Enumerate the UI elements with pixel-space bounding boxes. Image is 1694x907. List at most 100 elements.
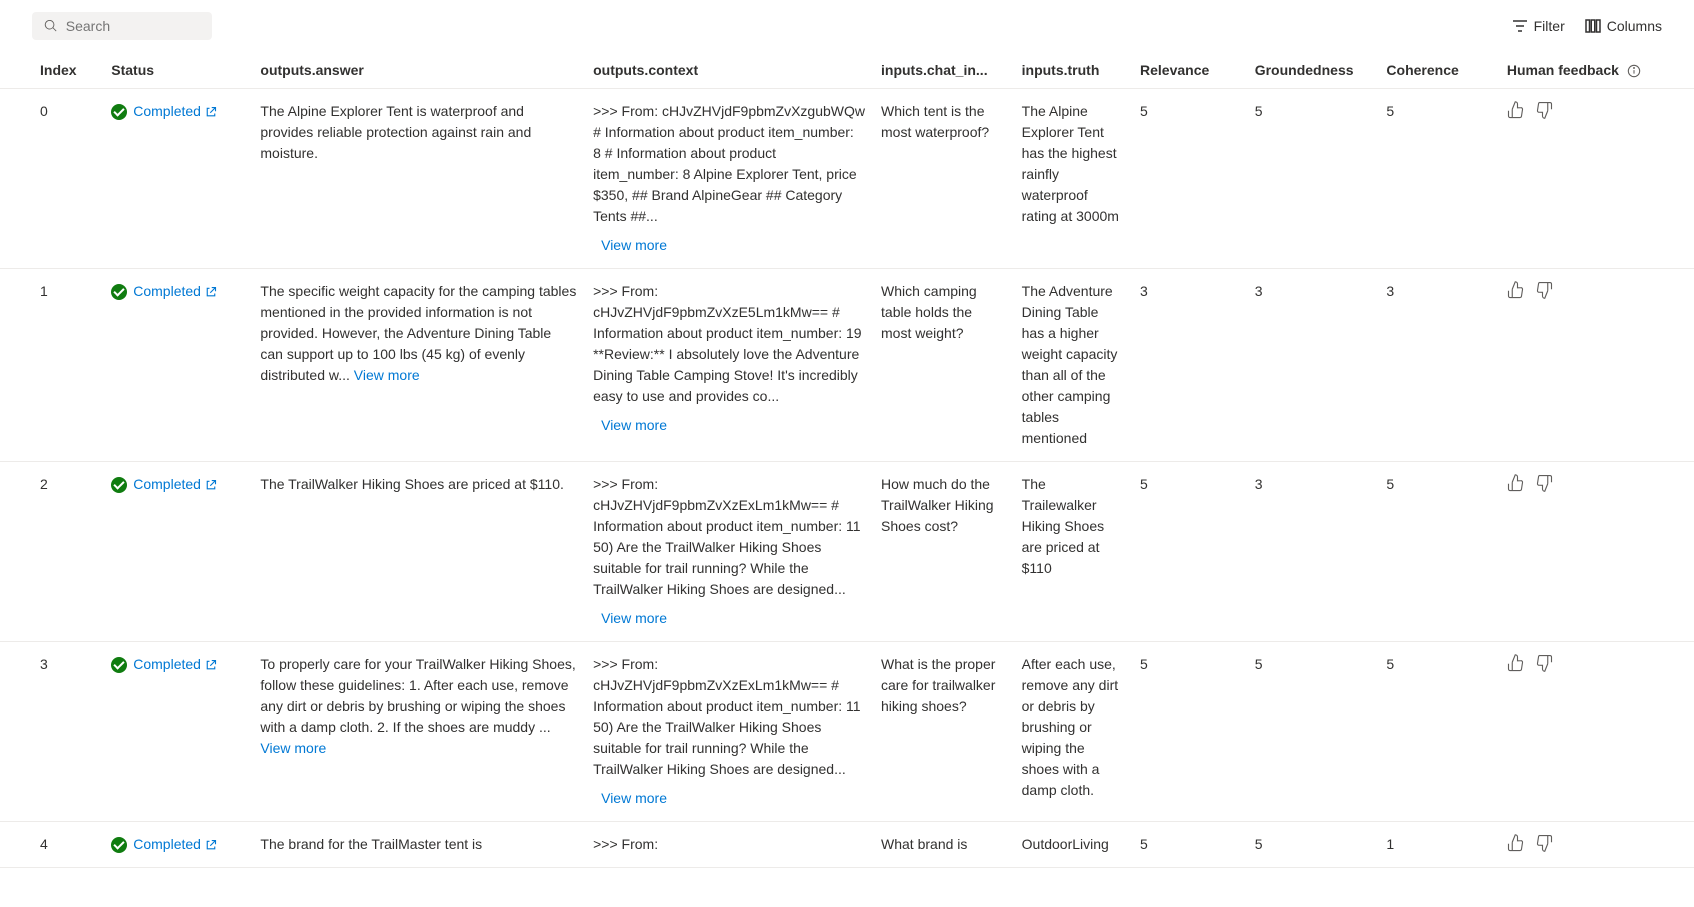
cell-status: Completed xyxy=(103,642,252,822)
results-table: Index Status outputs.answer outputs.cont… xyxy=(0,52,1694,868)
status-link[interactable]: Completed xyxy=(133,281,217,302)
cell-context: >>> From: cHJvZHVjdF9pbmZvXzgubWQw # Inf… xyxy=(585,89,873,269)
cell-truth: After each use, remove any dirt or debri… xyxy=(1014,642,1132,822)
cell-feedback xyxy=(1499,269,1694,462)
cell-answer: The brand for the TrailMaster tent is xyxy=(252,822,585,868)
table-row: 3 Completed To properly care for your Tra… xyxy=(0,642,1694,822)
cell-chat-in: How much do the TrailWalker Hiking Shoes… xyxy=(873,462,1014,642)
cell-groundedness: 5 xyxy=(1247,89,1379,269)
view-more-link[interactable]: View more xyxy=(601,788,865,809)
cell-status: Completed xyxy=(103,89,252,269)
check-circle-icon xyxy=(111,837,127,853)
header-chat-in[interactable]: inputs.chat_in... xyxy=(873,52,1014,89)
cell-answer: To properly care for your TrailWalker Hi… xyxy=(252,642,585,822)
view-more-link[interactable]: View more xyxy=(354,367,420,383)
header-context[interactable]: outputs.context xyxy=(585,52,873,89)
columns-icon xyxy=(1585,18,1601,34)
cell-answer: The Alpine Explorer Tent is waterproof a… xyxy=(252,89,585,269)
header-relevance[interactable]: Relevance xyxy=(1132,52,1247,89)
cell-coherence: 5 xyxy=(1378,462,1498,642)
cell-status: Completed xyxy=(103,822,252,868)
toolbar-actions: Filter Columns xyxy=(1512,18,1662,34)
cell-index: 2 xyxy=(0,462,103,642)
toolbar: Filter Columns xyxy=(0,0,1694,52)
cell-groundedness: 3 xyxy=(1247,269,1379,462)
cell-groundedness: 5 xyxy=(1247,822,1379,868)
external-link-icon xyxy=(205,839,217,851)
thumbs-up-icon[interactable] xyxy=(1507,654,1525,672)
thumbs-down-icon[interactable] xyxy=(1535,281,1553,299)
cell-truth: The Trailewalker Hiking Shoes are priced… xyxy=(1014,462,1132,642)
cell-chat-in: What is the proper care for trailwalker … xyxy=(873,642,1014,822)
thumbs-up-icon[interactable] xyxy=(1507,101,1525,119)
cell-groundedness: 5 xyxy=(1247,642,1379,822)
cell-context: >>> From: cHJvZHVjdF9pbmZvXzExLm1kMw== #… xyxy=(585,642,873,822)
check-circle-icon xyxy=(111,657,127,673)
view-more-link[interactable]: View more xyxy=(601,235,865,256)
check-circle-icon xyxy=(111,104,127,120)
columns-label: Columns xyxy=(1607,18,1662,34)
filter-button[interactable]: Filter xyxy=(1512,18,1565,34)
status-link[interactable]: Completed xyxy=(133,834,217,855)
header-truth[interactable]: inputs.truth xyxy=(1014,52,1132,89)
cell-feedback xyxy=(1499,89,1694,269)
cell-relevance: 5 xyxy=(1132,462,1247,642)
table-row: 0 Completed The Alpine Explorer Tent is w… xyxy=(0,89,1694,269)
external-link-icon xyxy=(205,286,217,298)
header-index[interactable]: Index xyxy=(0,52,103,89)
filter-icon xyxy=(1512,18,1528,34)
cell-answer: The specific weight capacity for the cam… xyxy=(252,269,585,462)
cell-feedback xyxy=(1499,642,1694,822)
search-box[interactable] xyxy=(32,12,212,40)
cell-chat-in: Which tent is the most waterproof? xyxy=(873,89,1014,269)
thumbs-down-icon[interactable] xyxy=(1535,101,1553,119)
cell-relevance: 5 xyxy=(1132,822,1247,868)
status-link[interactable]: Completed xyxy=(133,101,217,122)
cell-relevance: 5 xyxy=(1132,642,1247,822)
header-coherence[interactable]: Coherence xyxy=(1378,52,1498,89)
header-row: Index Status outputs.answer outputs.cont… xyxy=(0,52,1694,89)
search-input[interactable] xyxy=(66,18,200,34)
table-row: 2 Completed The TrailWalker Hiking Shoes … xyxy=(0,462,1694,642)
view-more-link[interactable]: View more xyxy=(601,415,865,436)
cell-answer: The TrailWalker Hiking Shoes are priced … xyxy=(252,462,585,642)
info-icon xyxy=(1627,64,1641,78)
cell-truth: The Alpine Explorer Tent has the highest… xyxy=(1014,89,1132,269)
cell-status: Completed xyxy=(103,269,252,462)
check-circle-icon xyxy=(111,477,127,493)
header-status[interactable]: Status xyxy=(103,52,252,89)
columns-button[interactable]: Columns xyxy=(1585,18,1662,34)
status-link[interactable]: Completed xyxy=(133,474,217,495)
table-row: 1Completed The specific weight capacity … xyxy=(0,269,1694,462)
thumbs-down-icon[interactable] xyxy=(1535,834,1553,852)
cell-index: 0 xyxy=(0,89,103,269)
header-answer[interactable]: outputs.answer xyxy=(252,52,585,89)
cell-relevance: 3 xyxy=(1132,269,1247,462)
thumbs-up-icon[interactable] xyxy=(1507,281,1525,299)
thumbs-down-icon[interactable] xyxy=(1535,474,1553,492)
external-link-icon xyxy=(205,479,217,491)
cell-truth: OutdoorLiving xyxy=(1014,822,1132,868)
view-more-link[interactable]: View more xyxy=(601,608,865,629)
cell-groundedness: 3 xyxy=(1247,462,1379,642)
cell-coherence: 5 xyxy=(1378,642,1498,822)
thumbs-down-icon[interactable] xyxy=(1535,654,1553,672)
header-groundedness[interactable]: Groundedness xyxy=(1247,52,1379,89)
cell-chat-in: Which camping table holds the most weigh… xyxy=(873,269,1014,462)
external-link-icon xyxy=(205,659,217,671)
cell-context: >>> From: cHJvZHVjdF9pbmZvXzE5Lm1kMw== #… xyxy=(585,269,873,462)
header-feedback[interactable]: Human feedback xyxy=(1499,52,1694,89)
thumbs-up-icon[interactable] xyxy=(1507,474,1525,492)
thumbs-up-icon[interactable] xyxy=(1507,834,1525,852)
cell-index: 3 xyxy=(0,642,103,822)
status-link[interactable]: Completed xyxy=(133,654,217,675)
cell-feedback xyxy=(1499,822,1694,868)
view-more-link[interactable]: View more xyxy=(260,740,326,756)
check-circle-icon xyxy=(111,284,127,300)
cell-feedback xyxy=(1499,462,1694,642)
cell-index: 4 xyxy=(0,822,103,868)
cell-relevance: 5 xyxy=(1132,89,1247,269)
table-row: 4 Completed The brand for the TrailMaster… xyxy=(0,822,1694,868)
cell-chat-in: What brand is xyxy=(873,822,1014,868)
filter-label: Filter xyxy=(1534,18,1565,34)
